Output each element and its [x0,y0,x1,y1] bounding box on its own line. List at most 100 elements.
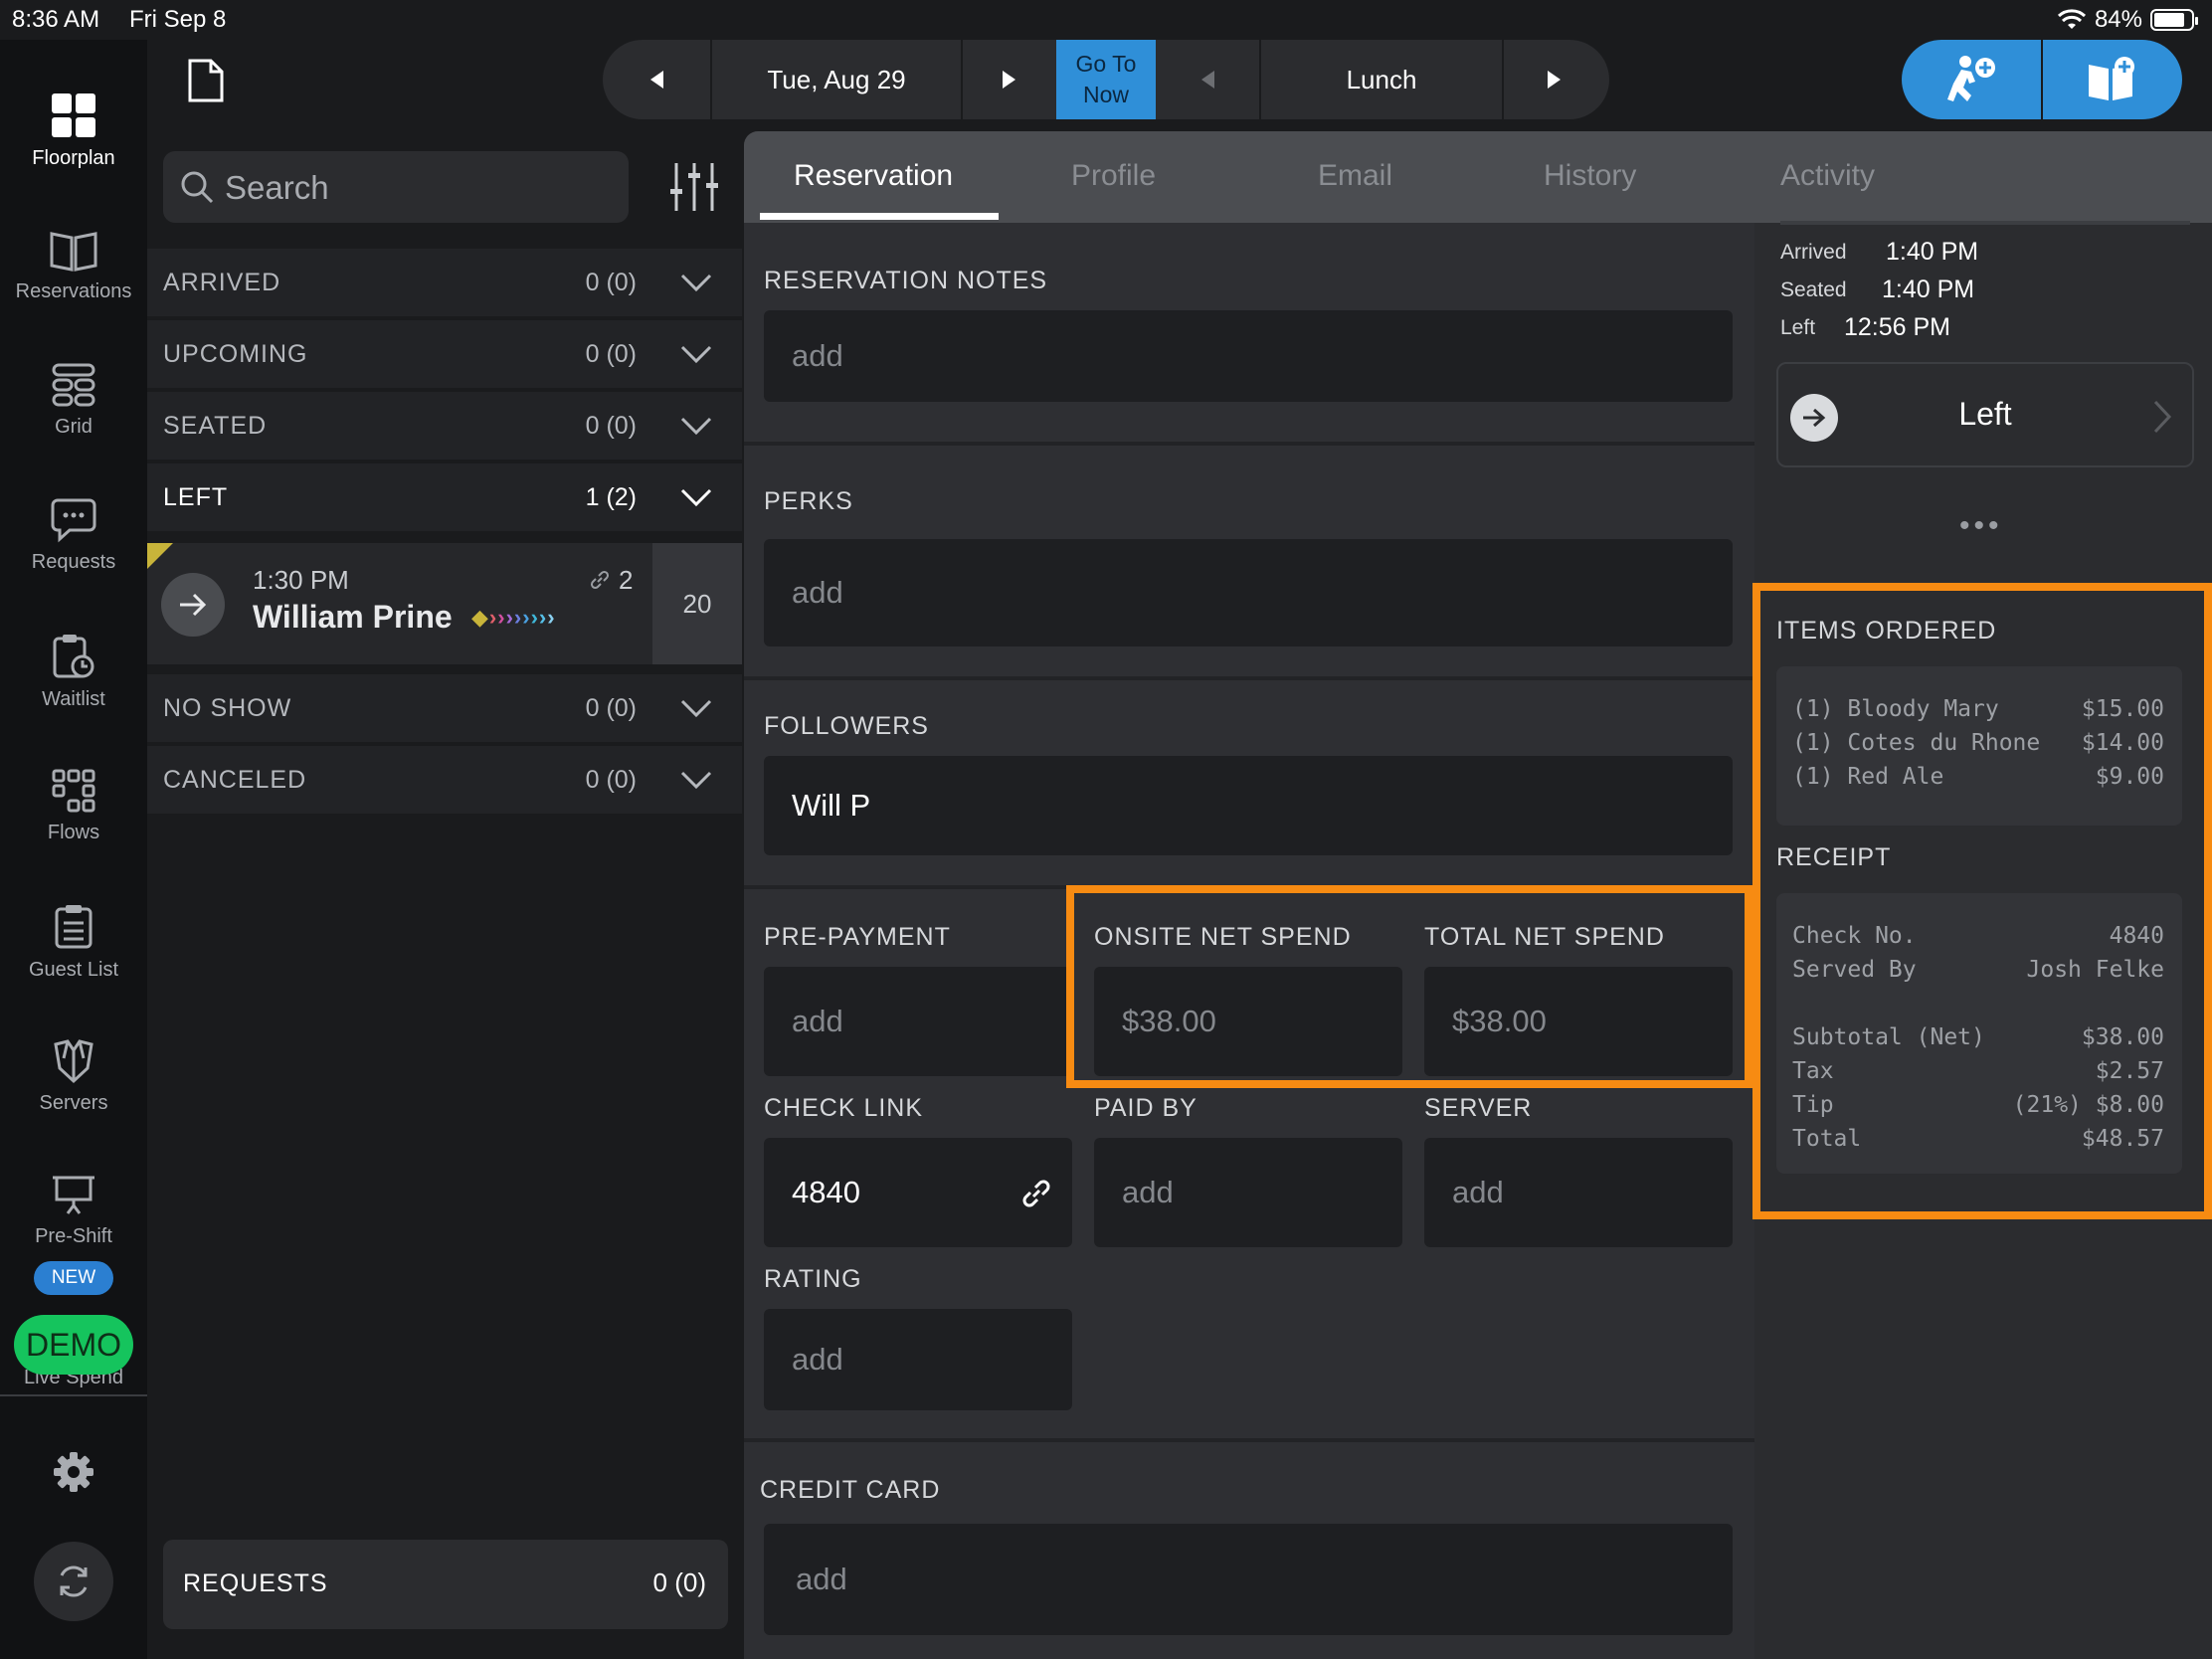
refresh-button[interactable] [34,1542,113,1621]
arrow-right-icon [180,593,207,617]
perks-label: PERKS [764,487,853,515]
date-display[interactable]: Tue, Aug 29 [712,40,961,119]
demo-badge[interactable]: DEMO [14,1315,133,1375]
nav-grid[interactable]: Grid [0,362,147,439]
list-icon [55,905,92,949]
active-tab-indicator [760,213,999,220]
tab-activity[interactable]: Activity [1780,159,1875,193]
server-field[interactable]: add [1424,1138,1733,1247]
add-reservation-button[interactable] [2043,40,2182,119]
paid-by-label: PAID BY [1094,1094,1198,1122]
nav-waitlist[interactable]: Waitlist [0,633,147,711]
guest-name: William Prine [253,599,453,635]
guest-tags: ◆ › › › › › › › › [471,605,555,630]
check-link-label: CHECK LINK [764,1094,924,1122]
nav-pre-shift-label: Pre-Shift [35,1225,112,1247]
tab-profile[interactable]: Profile [1071,159,1156,193]
left-time: 12:56 PM [1844,313,1951,341]
server-placeholder: add [1452,1175,1504,1209]
action-buttons [1902,40,2182,119]
next-date-button[interactable] [963,40,1054,119]
nav-servers[interactable]: Servers [0,1038,147,1115]
check-link-field[interactable]: 4840 [764,1138,1072,1247]
paid-by-field[interactable]: add [1094,1138,1402,1247]
pre-payment-field[interactable]: add [764,967,1072,1076]
link-icon [590,570,610,590]
followers-field[interactable]: Will P [764,756,1733,855]
reservation-time: 1:30 PM [253,565,349,595]
battery-percent: 84% [2094,6,2142,33]
nav-waitlist-label: Waitlist [42,688,105,710]
nav-floorplan[interactable]: Floorplan [0,92,147,170]
filter-sliders-icon[interactable] [666,159,722,215]
credit-card-field[interactable]: add [764,1524,1733,1635]
group-arrived[interactable]: ARRIVED 0 (0) [147,247,742,316]
chat-bubble-icon [51,498,96,543]
walk-in-add-icon [1947,56,1995,101]
status-advance-button[interactable] [161,573,225,637]
more-options-icon[interactable]: ••• [1959,509,2003,543]
document-icon[interactable] [187,58,225,103]
reservation-row[interactable]: 1:30 PM William Prine 2 ◆ › › › › › › › › 20 [147,543,742,664]
new-badge: NEW [34,1261,113,1295]
prev-date-button[interactable] [603,40,710,119]
seated-label: Seated [1780,278,1847,301]
link-icon[interactable] [1020,1178,1052,1209]
arrow-left-icon [649,71,663,89]
nav-flows[interactable]: Flows [0,768,147,844]
perks-field[interactable]: add [764,539,1733,646]
reservation-notes-field[interactable]: add [764,310,1733,402]
group-label: CANCELED [163,766,307,794]
refresh-icon [60,1566,88,1597]
group-canceled[interactable]: CANCELED 0 (0) [147,744,742,814]
search-input[interactable]: Search [163,151,629,223]
pre-payment-placeholder: add [792,1004,843,1038]
chevron-down-icon [680,274,712,292]
book-add-icon [2089,57,2134,100]
nav-requests-label: Requests [31,551,116,573]
group-count: 0 (0) [585,269,637,296]
shift-display[interactable]: Lunch [1261,40,1502,119]
status-date: Fri Sep 8 [129,6,227,33]
perks-placeholder: add [792,575,843,610]
nav-reservations[interactable]: Reservations [0,229,147,303]
group-upcoming[interactable]: UPCOMING 0 (0) [147,318,742,388]
grid-squares-icon [52,93,95,137]
go-to-now-button[interactable]: Go To Now [1056,40,1156,119]
tab-email[interactable]: Email [1318,159,1392,193]
flag-corner [147,543,173,569]
next-shift-button[interactable] [1504,40,1603,119]
party-size: 2 [619,565,634,595]
add-walk-in-button[interactable] [1902,40,2041,119]
nav-grid-label: Grid [55,416,92,438]
nav-guest-list[interactable]: Guest List [0,903,147,982]
status-button[interactable]: Left [1776,362,2194,467]
seated-time: 1:40 PM [1882,276,1975,303]
group-left[interactable]: LEFT 1 (2) [147,461,742,531]
arrow-left-icon [1200,71,1214,89]
nav-requests[interactable]: Requests [0,497,147,574]
tab-history[interactable]: History [1544,159,1636,193]
prev-shift-button[interactable] [1156,40,1259,119]
section-divider [744,442,1754,446]
group-no-show[interactable]: NO SHOW 0 (0) [147,672,742,742]
group-label: UPCOMING [163,340,308,368]
nav-pre-shift[interactable]: Pre-Shift [0,1174,147,1248]
search-icon [181,171,214,204]
group-label: NO SHOW [163,694,292,722]
followers-value: Will P [792,788,871,823]
group-seated[interactable]: SEATED 0 (0) [147,390,742,460]
group-count: 0 (0) [585,694,637,722]
status-button-label: Left [1958,396,2012,432]
gear-icon[interactable] [52,1450,95,1494]
group-label: SEATED [163,412,268,440]
pre-payment-label: PRE-PAYMENT [764,923,951,951]
group-count: 0 (0) [585,340,637,368]
check-link-value: 4840 [792,1175,860,1209]
wifi-icon [2057,9,2086,29]
followers-label: FOLLOWERS [764,712,929,740]
rating-field[interactable]: add [764,1309,1072,1410]
search-placeholder: Search [225,169,329,206]
tab-reservation[interactable]: Reservation [794,159,953,193]
requests-footer[interactable]: REQUESTS 0 (0) [163,1540,728,1629]
